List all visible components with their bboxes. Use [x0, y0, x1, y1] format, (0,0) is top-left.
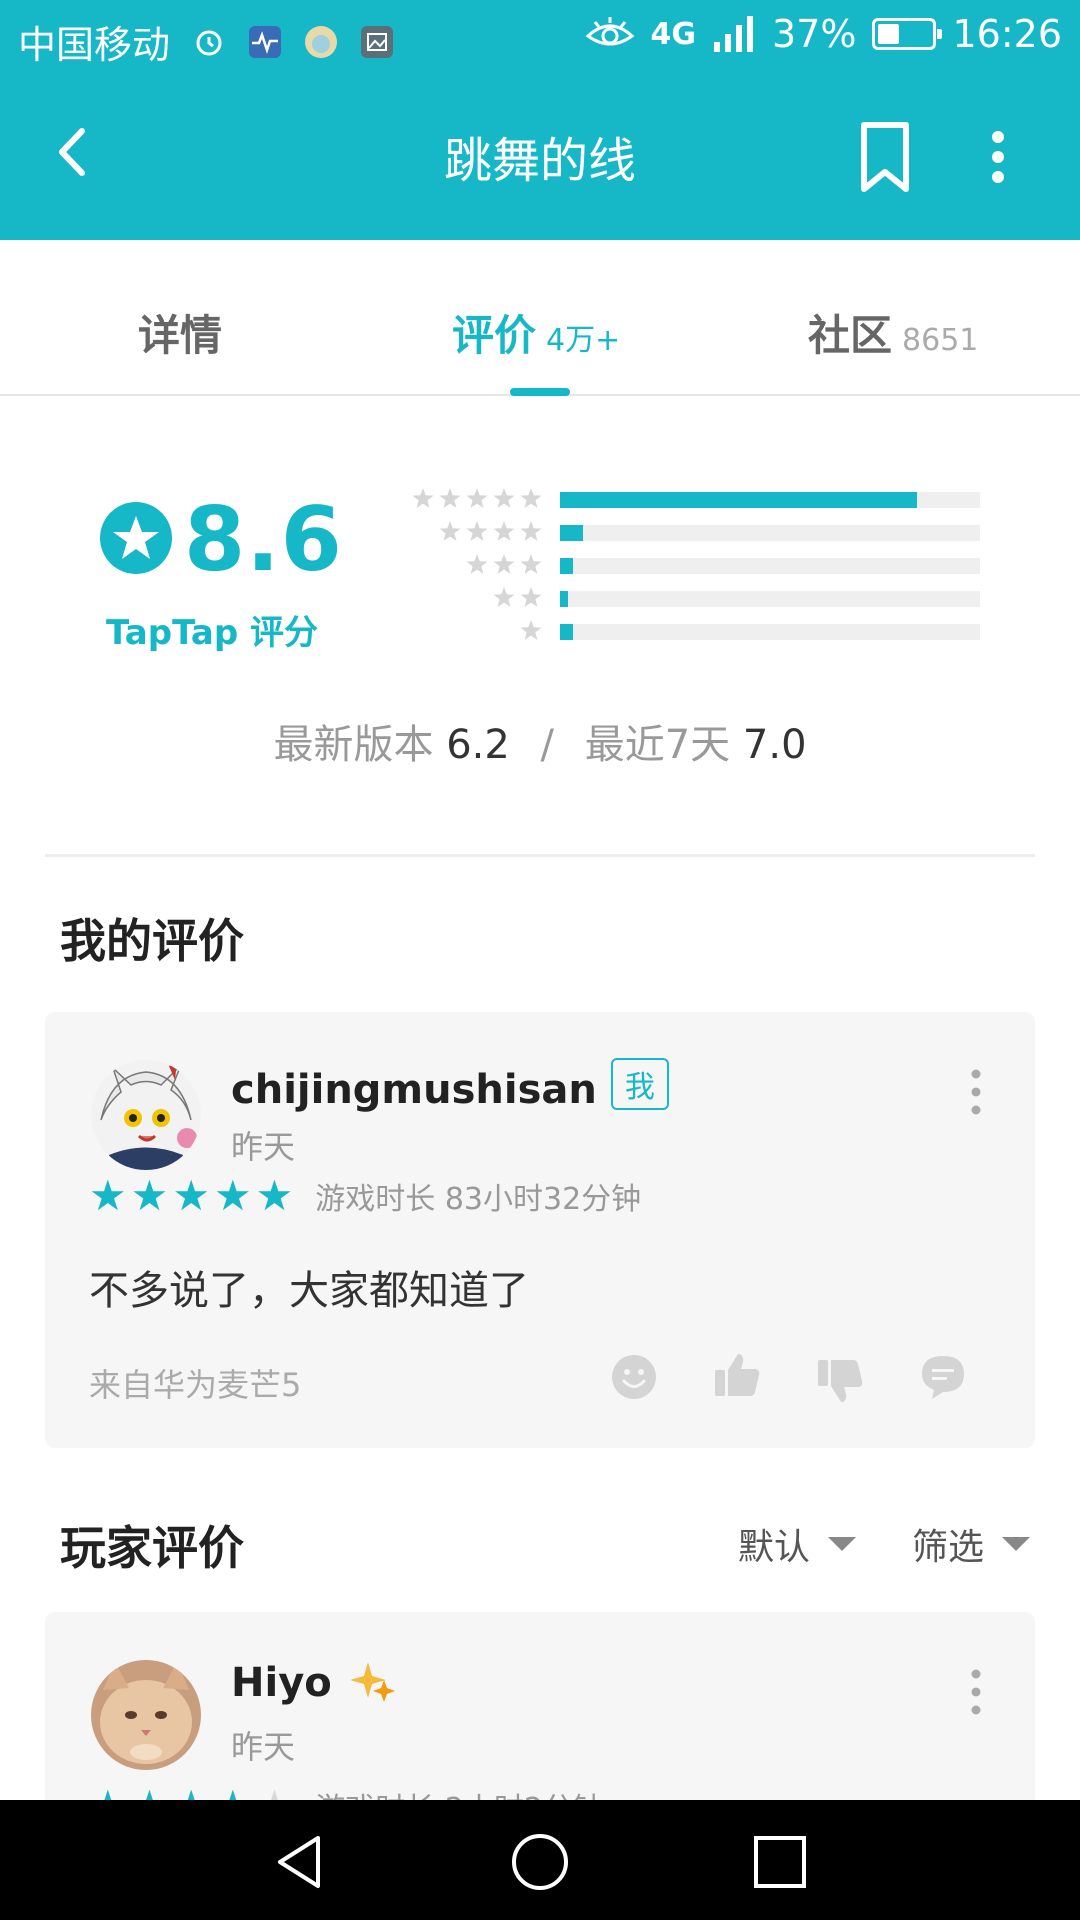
- rating-track-3: [560, 558, 980, 574]
- tab-reviews-count: 4万+: [546, 323, 621, 358]
- review-device: 来自华为麦芒5: [89, 1366, 302, 1404]
- rating-label: TapTap 评分: [106, 613, 319, 653]
- version-label: 最新版本: [273, 722, 434, 768]
- stars-2-icon: [493, 587, 542, 607]
- signal-icon: [714, 16, 754, 52]
- more-vert-icon[interactable]: [968, 117, 1028, 197]
- rating-track-5: [560, 492, 980, 508]
- battery-percent: 37%: [772, 12, 857, 56]
- stars-3-icon: [466, 554, 542, 574]
- nav-home-icon[interactable]: [510, 1832, 570, 1892]
- tab-community-count: 8651: [902, 323, 979, 358]
- rating-bar-1: [560, 624, 573, 640]
- divider: [45, 854, 1035, 857]
- dropdown-triangle-icon: [828, 1537, 857, 1551]
- rating-row-2: [408, 583, 1008, 613]
- me-badge: 我: [610, 1058, 669, 1110]
- review-date: 昨天: [231, 1128, 296, 1166]
- gallery-app-icon: [361, 25, 394, 58]
- clock: 16:26: [952, 12, 1062, 56]
- star-icon: ★: [213, 1171, 252, 1220]
- toolbar: 跳舞的线: [0, 95, 1080, 215]
- star-icon: ★: [172, 1171, 210, 1220]
- review-date: 昨天: [231, 1728, 296, 1766]
- tab-reviews[interactable]: 评价 4万+: [452, 302, 620, 363]
- rating-separator: /: [540, 722, 555, 768]
- sparkle-icon: [349, 1662, 395, 1702]
- navigation-bar: [0, 1800, 1080, 1920]
- rating-score: 8.6: [184, 488, 343, 591]
- review-username[interactable]: chijingmushisan 我: [231, 1058, 669, 1113]
- star-icon: ★: [255, 1171, 294, 1220]
- carrier-name: 中国移动: [18, 23, 171, 67]
- comment-icon[interactable]: [918, 1352, 968, 1402]
- my-review-title: 我的评价: [60, 914, 244, 968]
- avatar[interactable]: [91, 1060, 201, 1170]
- alarm-icon: [196, 30, 222, 55]
- rating-bar-4: [560, 525, 584, 541]
- rating-track-2: [560, 591, 980, 607]
- star-icon: ★: [89, 1171, 127, 1220]
- rating-track-4: [560, 525, 980, 541]
- stars-5-icon: [412, 488, 542, 508]
- player-reviews-title: 玩家评价: [60, 1521, 244, 1575]
- playtime: 游戏时长 83小时32分钟: [315, 1182, 642, 1217]
- taptap-star-icon: [100, 502, 172, 574]
- avatar[interactable]: [91, 1660, 201, 1770]
- rating-row-4: [408, 517, 1008, 547]
- more-vert-icon[interactable]: [961, 1662, 991, 1722]
- thumbs-up-icon[interactable]: [712, 1350, 762, 1400]
- health-app-icon: [249, 25, 282, 58]
- dropdown-triangle-icon: [1002, 1537, 1031, 1551]
- avatar-app-icon: [305, 25, 338, 58]
- battery-icon: [872, 18, 943, 50]
- tab-indicator: [510, 388, 570, 396]
- rating-bar-2: [560, 591, 569, 607]
- recent-ratings: 最新版本 6.2 / 最近7天 7.0: [0, 712, 1080, 770]
- nav-back-icon[interactable]: [270, 1832, 330, 1892]
- version-score: 6.2: [446, 722, 510, 768]
- rating-row-1: [408, 616, 1008, 646]
- rating-summary: 8.6 TapTap 评分 最新版本 6.2 / 最近7天 7.0: [0, 400, 1080, 857]
- filter-dropdown[interactable]: 筛选: [912, 1518, 1031, 1570]
- status-bar: 中国移动 4G 37% 16:26: [0, 0, 1080, 75]
- my-review-card[interactable]: chijingmushisan 我 昨天 ★ ★ ★ ★ ★ 游戏时长 83小时3…: [45, 1012, 1035, 1448]
- more-vert-icon[interactable]: [961, 1062, 991, 1122]
- rating-row-3: [408, 550, 1008, 580]
- star-icon: ★: [130, 1171, 169, 1220]
- review-text: 不多说了，大家都知道了: [89, 1268, 529, 1314]
- emoji-icon[interactable]: [609, 1352, 659, 1402]
- rating-track-1: [560, 624, 980, 640]
- sort-dropdown[interactable]: 默认: [738, 1518, 857, 1570]
- stars-4-icon: [439, 521, 542, 541]
- app-bar: 中国移动 4G 37% 16:26 跳舞的线: [0, 0, 1080, 240]
- tab-bar: 详情 评价 4万+ 社区 8651: [0, 240, 1080, 396]
- thumbs-down-icon[interactable]: [815, 1356, 865, 1406]
- review-stars: ★ ★ ★ ★ ★ 游戏时长 83小时32分钟: [89, 1174, 641, 1218]
- nav-recents-icon[interactable]: [750, 1832, 810, 1892]
- bookmark-icon[interactable]: [850, 117, 920, 197]
- review-username[interactable]: Hiyo: [231, 1658, 396, 1706]
- rating-bar-5: [560, 492, 917, 508]
- recent-score: 7.0: [742, 722, 807, 768]
- tab-community[interactable]: 社区 8651: [808, 302, 978, 363]
- recent-label: 最近7天: [584, 722, 731, 768]
- stars-1-icon: [520, 620, 542, 640]
- rating-bar-3: [560, 558, 573, 574]
- rating-row-5: [408, 484, 1008, 514]
- network-type: 4G: [650, 16, 697, 52]
- tab-details[interactable]: 详情: [138, 302, 222, 363]
- eye-comfort-icon: [585, 17, 634, 46]
